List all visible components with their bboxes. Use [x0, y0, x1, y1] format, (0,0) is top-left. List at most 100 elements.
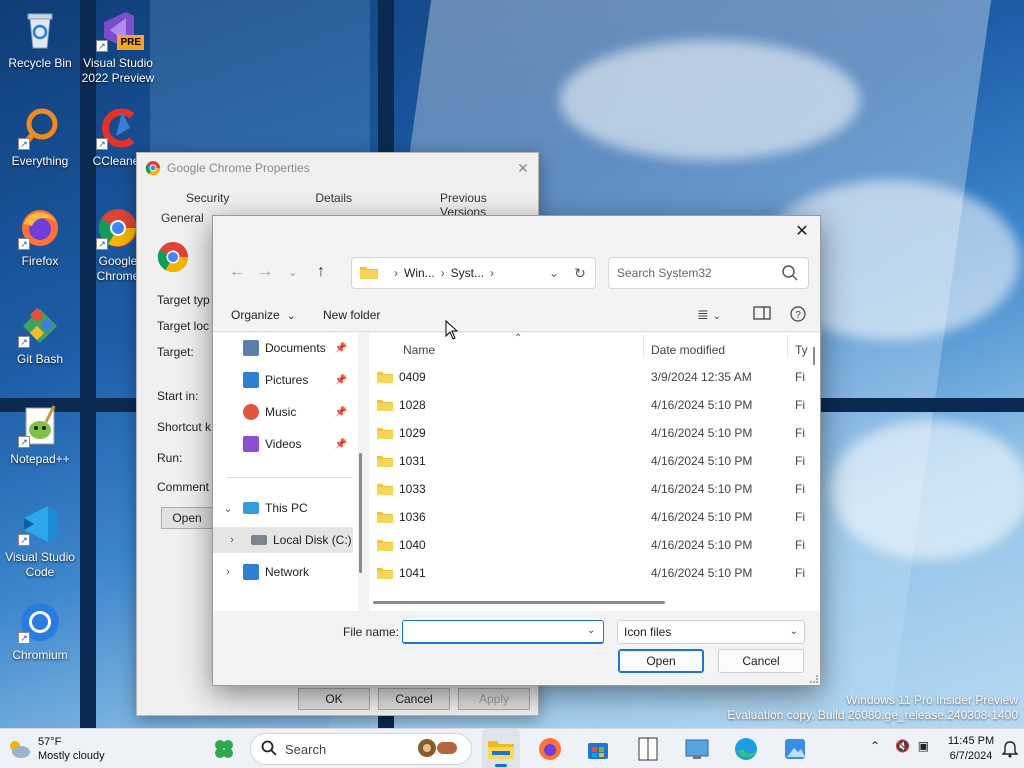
address-dropdown-chevron-icon[interactable]: ⌄: [543, 266, 565, 280]
chevron-down-icon: ⌄: [287, 311, 296, 322]
tab-security[interactable]: Security: [182, 191, 233, 209]
file-list-scrollbar[interactable]: [813, 347, 815, 365]
view-options-icon[interactable]: ≣ ⌄: [697, 306, 721, 323]
field-target-type-label: Target typ: [157, 293, 210, 307]
file-list-horizontal-scrollbar[interactable]: [373, 601, 665, 604]
chevron-right-icon[interactable]: ›: [213, 534, 251, 546]
preview-pane-icon[interactable]: [753, 306, 771, 323]
address-bar[interactable]: › Win... › Syst... › ⌄ ↻: [351, 257, 596, 289]
notification-bell-icon[interactable]: [996, 735, 1024, 763]
nav-item-music[interactable]: Music 📌: [213, 399, 353, 425]
taskbar-search-box[interactable]: Search: [250, 733, 472, 765]
breadcrumb-separator-icon[interactable]: ›: [490, 266, 494, 280]
display-icon[interactable]: ▣: [918, 739, 929, 753]
refresh-icon[interactable]: ↻: [565, 265, 595, 282]
resize-grip[interactable]: [810, 675, 818, 683]
apply-button[interactable]: Apply: [458, 688, 530, 710]
ok-button[interactable]: OK: [298, 688, 370, 710]
file-type-select[interactable]: Icon files ⌄: [617, 620, 805, 644]
desktop-icon-visual-studio-code[interactable]: ↗ Visual Studio Code: [0, 502, 80, 580]
column-header-name[interactable]: Name: [403, 343, 435, 357]
tab-previous-versions[interactable]: Previous Versions: [436, 191, 538, 219]
desktop-icon-visual-studio-2022-preview[interactable]: PRE ↗ Visual Studio 2022 Preview: [78, 8, 158, 86]
search-icon[interactable]: [781, 264, 799, 282]
shortcut-arrow-icon: ↗: [18, 632, 30, 644]
cancel-button[interactable]: Cancel: [378, 688, 450, 710]
network-icon: [243, 564, 259, 580]
network-status-icon[interactable]: 🔇: [895, 739, 910, 753]
tab-details[interactable]: Details: [311, 191, 356, 209]
app-chrome-icon: [157, 241, 189, 276]
forward-arrow-icon[interactable]: →: [251, 256, 279, 288]
cancel-button[interactable]: Cancel: [718, 649, 804, 673]
file-name-input[interactable]: [402, 620, 604, 644]
weather-widget[interactable]: 57°F Mostly cloudy: [6, 735, 105, 763]
chevron-down-icon[interactable]: ⌄: [587, 625, 595, 636]
desktop-icon-firefox[interactable]: ↗ Firefox: [0, 206, 80, 269]
breadcrumb-system32[interactable]: Syst...: [451, 266, 484, 280]
open-button[interactable]: Open: [618, 649, 704, 673]
chevron-up-icon[interactable]: ⌃: [870, 739, 880, 753]
system-clock[interactable]: 11:45 PM 6/7/2024: [945, 734, 997, 764]
help-icon[interactable]: ?: [790, 306, 806, 325]
file-date-modified: 4/16/2024 5:10 PM: [651, 454, 753, 468]
column-header-type[interactable]: Ty: [795, 343, 808, 357]
desktop-icon-notepad-plus-plus[interactable]: ↗ Notepad++: [0, 404, 80, 467]
column-divider[interactable]: [643, 335, 644, 357]
file-row[interactable]: 1028 4/16/2024 5:10 PM Fi: [377, 391, 807, 419]
column-header-date-modified[interactable]: Date modified: [651, 343, 725, 357]
properties-title: Google Chrome Properties: [167, 161, 310, 175]
photos-icon[interactable]: [781, 735, 809, 763]
file-row[interactable]: 0409 3/9/2024 12:35 AM Fi: [377, 363, 807, 391]
tab-general[interactable]: General: [161, 211, 204, 231]
file-row[interactable]: 1041 4/16/2024 5:10 PM Fi: [377, 559, 807, 587]
organize-button[interactable]: Organize ⌄: [231, 308, 295, 322]
breadcrumb-windows[interactable]: Win...: [404, 266, 435, 280]
recent-locations-chevron-icon[interactable]: ⌄: [279, 256, 307, 288]
file-row[interactable]: 1031 4/16/2024 5:10 PM Fi: [377, 447, 807, 475]
field-target-label: Target:: [157, 345, 194, 359]
windows-watermark: Windows 11 Pro Insider Preview Evaluatio…: [727, 693, 1018, 723]
file-explorer-icon[interactable]: [487, 735, 515, 763]
up-arrow-icon[interactable]: ↑: [307, 256, 335, 288]
file-date-modified: 3/9/2024 12:35 AM: [651, 370, 752, 384]
nav-item-local-disk[interactable]: › Local Disk (C:): [213, 527, 353, 553]
nav-divider: [227, 477, 353, 478]
file-row[interactable]: 1036 4/16/2024 5:10 PM Fi: [377, 503, 807, 531]
file-row[interactable]: 1033 4/16/2024 5:10 PM Fi: [377, 475, 807, 503]
nav-item-pictures[interactable]: Pictures 📌: [213, 367, 353, 393]
notebook-icon[interactable]: [634, 735, 662, 763]
close-icon[interactable]: ✕: [508, 160, 538, 177]
nav-item-this-pc[interactable]: ⌄ This PC: [213, 495, 353, 521]
back-arrow-icon[interactable]: ←: [223, 256, 251, 288]
videos-icon: [243, 436, 259, 452]
chevron-down-icon[interactable]: ⌄: [213, 502, 243, 515]
search-input[interactable]: [608, 257, 809, 289]
shortcut-arrow-icon: ↗: [96, 238, 108, 250]
edge-icon[interactable]: [732, 735, 760, 763]
desktop-icon-chromium[interactable]: ↗ Chromium: [0, 600, 80, 663]
file-name: 0409: [399, 370, 426, 384]
desktop-icon-git-bash[interactable]: ↗ Git Bash: [0, 304, 80, 367]
nav-item-network[interactable]: › Network: [213, 559, 353, 585]
open-file-location-button[interactable]: Open: [161, 507, 213, 529]
chevron-right-icon[interactable]: ›: [213, 566, 243, 578]
column-divider[interactable]: [787, 335, 788, 357]
nav-pane-scrollbar[interactable]: [359, 453, 362, 573]
desktop-icon-recycle-bin[interactable]: Recycle Bin: [0, 8, 80, 71]
file-row[interactable]: 1040 4/16/2024 5:10 PM Fi: [377, 531, 807, 559]
file-type: Fi: [795, 538, 805, 552]
firefox-icon[interactable]: [536, 735, 564, 763]
close-icon[interactable]: ✕: [792, 222, 812, 242]
file-date-modified: 4/16/2024 5:10 PM: [651, 538, 753, 552]
file-row[interactable]: 1029 4/16/2024 5:10 PM Fi: [377, 419, 807, 447]
nav-item-videos[interactable]: Videos 📌: [213, 431, 353, 457]
new-folder-button[interactable]: New folder: [323, 308, 380, 322]
control-panel-icon[interactable]: [683, 735, 711, 763]
nav-item-documents[interactable]: Documents 📌: [213, 335, 353, 361]
microsoft-store-icon[interactable]: [584, 735, 612, 763]
desktop-icon-everything[interactable]: ↗ Everything: [0, 106, 80, 169]
start-button-icon[interactable]: [210, 735, 238, 763]
chevron-down-icon: ⌄: [789, 626, 798, 637]
file-type: Fi: [795, 454, 805, 468]
